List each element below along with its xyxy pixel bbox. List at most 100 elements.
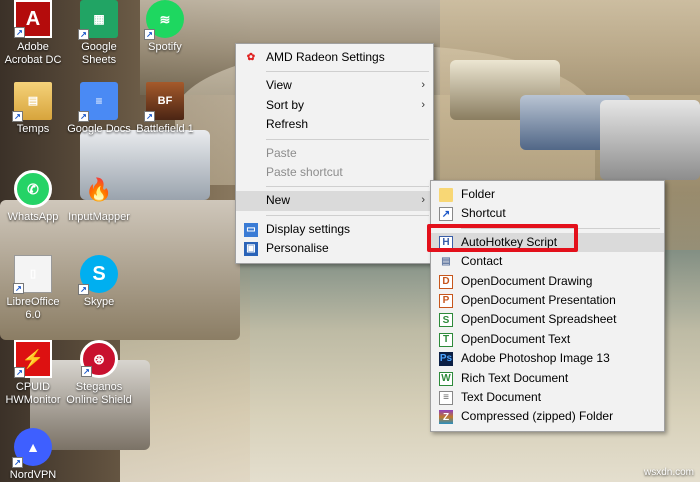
desktop-icon-temps[interactable]: ▤ ↗ Temps [0,82,66,136]
submenu-item-shortcut[interactable]: ↗ Shortcut [431,204,664,223]
submenu-arrow-icon: › [421,98,425,111]
wallpaper-boat [600,100,700,180]
desktop-icon-inputmapper[interactable]: 🔥 InputMapper [66,170,132,224]
menu-item-new[interactable]: New › [236,191,433,211]
submenu-item-text-document[interactable]: ≡ Text Document [431,388,664,407]
menu-separator [266,214,429,216]
submenu-item-opendocument-drawing[interactable]: D OpenDocument Drawing [431,272,664,291]
submenu-item-photoshop-image[interactable]: Ps Adobe Photoshop Image 13 [431,349,664,368]
folder-icon: ▤ ↗ [12,82,52,122]
autohotkey-highlight-annotation [427,224,578,252]
desktop-icon-spotify[interactable]: ≋ ↗ Spotify [132,0,198,54]
battlefield-icon: BF ↗ [144,82,184,122]
submenu-item-compressed-folder[interactable]: Z Compressed (zipped) Folder [431,407,664,426]
menu-item-refresh[interactable]: Refresh [236,115,433,134]
menu-item-label: New [266,193,291,208]
menu-item-label: Folder [461,187,496,201]
shortcut-arrow-icon: ↗ [78,284,89,295]
opendocument-text-icon: T [439,332,453,347]
menu-item-label: View [266,78,292,93]
menu-item-personalise[interactable]: ▣ Personalise [236,239,433,258]
shortcut-arrow-icon: ↗ [14,27,25,38]
watermark: wsxdn.com [643,467,694,478]
desktop-icon-label: Steganos Online Shield [66,381,132,406]
menu-item-label: Display settings [266,221,351,236]
libreoffice-icon: ▯ ↗ [13,255,52,294]
menu-item-paste[interactable]: Paste [236,144,433,163]
desktop-icon-label: Skype [83,296,115,308]
desktop-icon-steganos[interactable]: ⊛ ↗ Steganos Online Shield [66,340,132,407]
menu-item-label: OpenDocument Text [461,331,571,346]
desktop-icon-label: CPUID HWMonitor [5,381,61,406]
menu-item-label: AMD Radeon Settings [266,50,385,64]
menu-item-label: Paste [266,145,297,160]
acrobat-icon: A ↗ [14,0,52,38]
submenu-item-opendocument-spreadsheet[interactable]: S OpenDocument Spreadsheet [431,310,664,329]
menu-item-display-settings[interactable]: ▭ Display settings [236,220,433,239]
menu-item-label: Sort by [266,97,305,112]
shortcut-arrow-icon: ↗ [78,29,89,40]
menu-item-label: Rich Text Document [461,370,569,385]
submenu-item-opendocument-text[interactable]: T OpenDocument Text [431,330,664,349]
menu-item-label: OpenDocument Drawing [461,273,593,288]
desktop-icon-libreoffice[interactable]: ▯ ↗ LibreOffice 6.0 [0,255,66,322]
menu-item-paste-shortcut[interactable]: Paste shortcut [236,163,433,182]
whatsapp-icon: ✆ [14,170,52,208]
desktop-icon-label: LibreOffice 6.0 [6,296,60,321]
menu-item-view[interactable]: View › [236,76,433,95]
menu-item-amd-radeon-settings[interactable]: ✿ AMD Radeon Settings [236,48,433,67]
menu-item-label: OpenDocument Presentation [461,292,616,307]
menu-item-label: Paste shortcut [266,164,343,179]
submenu-item-contact[interactable]: ▤ Contact [431,252,664,271]
submenu-item-opendocument-presentation[interactable]: P OpenDocument Presentation [431,291,664,310]
opendocument-spreadsheet-icon: S [439,313,453,328]
menu-separator [266,186,429,188]
desktop-icon-label: Adobe Acrobat DC [4,41,62,66]
zip-folder-icon: Z [439,410,453,425]
text-document-icon: ≡ [439,390,453,405]
amd-radeon-icon: ✿ [246,52,256,64]
desktop-icon-google-sheets[interactable]: ▦ ↗ Google Sheets [66,0,132,67]
menu-item-label: Refresh [266,117,309,132]
shortcut-arrow-icon: ↗ [14,367,25,378]
menu-item-label: Text Document [461,389,542,404]
menu-separator [266,71,429,73]
menu-item-label: Contact [461,254,503,269]
desktop-icon-nordvpn[interactable]: ▲ ↗ NordVPN [0,428,66,482]
skype-icon: S ↗ [78,255,118,295]
contact-icon: ▤ [441,256,451,268]
menu-separator [266,138,429,140]
google-sheets-icon: ▦ ↗ [78,0,118,40]
shortcut-arrow-icon: ↗ [78,111,89,122]
desktop-icon-label: InputMapper [68,211,130,223]
submenu-arrow-icon: › [421,194,425,207]
desktop-icon-hwmonitor[interactable]: ⚡ ↗ CPUID HWMonitor [0,340,66,407]
google-docs-icon: ≡ ↗ [78,82,118,122]
desktop-icon-adobe-acrobat[interactable]: A ↗ Adobe Acrobat DC [0,0,66,67]
shortcut-arrow-icon: ↗ [81,366,92,377]
desktop-icon-skype[interactable]: S ↗ Skype [66,255,132,309]
menu-item-label: Adobe Photoshop Image 13 [461,351,610,366]
desktop-icon-label: Google Sheets [81,41,117,66]
desktop-icon-google-docs[interactable]: ≡ ↗ Google Docs [66,82,132,136]
shortcut-arrow-icon: ↗ [144,29,155,40]
folder-icon [439,188,453,202]
menu-item-label: Personalise [266,241,329,256]
desktop-icon-battlefield[interactable]: BF ↗ Battlefield 1 [132,82,198,136]
opendocument-presentation-icon: P [439,293,453,308]
menu-item-sort-by[interactable]: Sort by › [236,96,433,115]
shortcut-arrow-icon: ↗ [12,111,23,122]
submenu-item-folder[interactable]: Folder [431,185,664,204]
desktop-icon-label: NordVPN [9,469,57,481]
shortcut-arrow-icon: ↗ [144,111,155,122]
submenu-item-rich-text-document[interactable]: W Rich Text Document [431,369,664,388]
shortcut-icon: ↗ [439,207,453,222]
photoshop-icon: Ps [439,352,453,367]
steganos-icon: ⊛ ↗ [80,340,118,378]
spotify-icon: ≋ ↗ [144,0,184,40]
desktop-icon-whatsapp[interactable]: ✆ WhatsApp [0,170,66,224]
display-settings-icon: ▭ [244,222,258,237]
desktop-icon-label: Spotify [148,41,182,53]
shortcut-arrow-icon: ↗ [12,457,23,468]
desktop-icon-label: Temps [16,123,50,135]
